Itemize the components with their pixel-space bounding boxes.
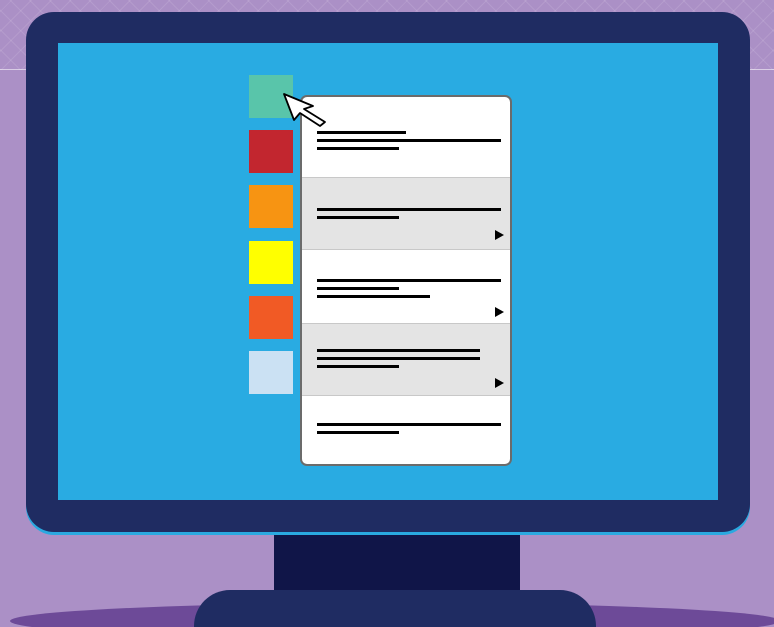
- menu-item[interactable]: [302, 396, 510, 464]
- monitor-stand-neck: [274, 528, 520, 598]
- menu-item-text-line: [317, 287, 399, 290]
- submenu-arrow-icon: [495, 378, 504, 388]
- menu-item-text-line: [317, 139, 501, 142]
- menu-item-text-line: [317, 357, 480, 360]
- menu-item[interactable]: [302, 250, 510, 323]
- menu-item-text-line: [317, 349, 480, 352]
- menu-item-text-line: [317, 431, 399, 434]
- menu-item-text-line: [317, 295, 430, 298]
- menu-item-text-line: [317, 279, 501, 282]
- submenu-arrow-icon: [495, 230, 504, 240]
- context-menu: [300, 95, 512, 466]
- mouse-pointer-icon: [283, 93, 326, 127]
- menu-item-text-line: [317, 147, 399, 150]
- swatch-orange-red[interactable]: [249, 296, 293, 339]
- menu-item-text-line: [317, 216, 399, 219]
- swatch-red[interactable]: [249, 130, 293, 173]
- swatch-orange[interactable]: [249, 185, 293, 228]
- submenu-arrow-icon: [495, 307, 504, 317]
- menu-item-text-line: [317, 131, 406, 134]
- swatch-yellow[interactable]: [249, 241, 293, 284]
- menu-item[interactable]: [302, 323, 510, 396]
- swatch-light-blue[interactable]: [249, 351, 293, 394]
- menu-item-text-line: [317, 208, 501, 211]
- menu-item-text-line: [317, 365, 399, 368]
- menu-item[interactable]: [302, 177, 510, 250]
- monitor-illustration: [0, 0, 774, 627]
- menu-item[interactable]: [302, 97, 510, 177]
- menu-item-text-line: [317, 423, 501, 426]
- monitor-stand-base: [194, 590, 596, 627]
